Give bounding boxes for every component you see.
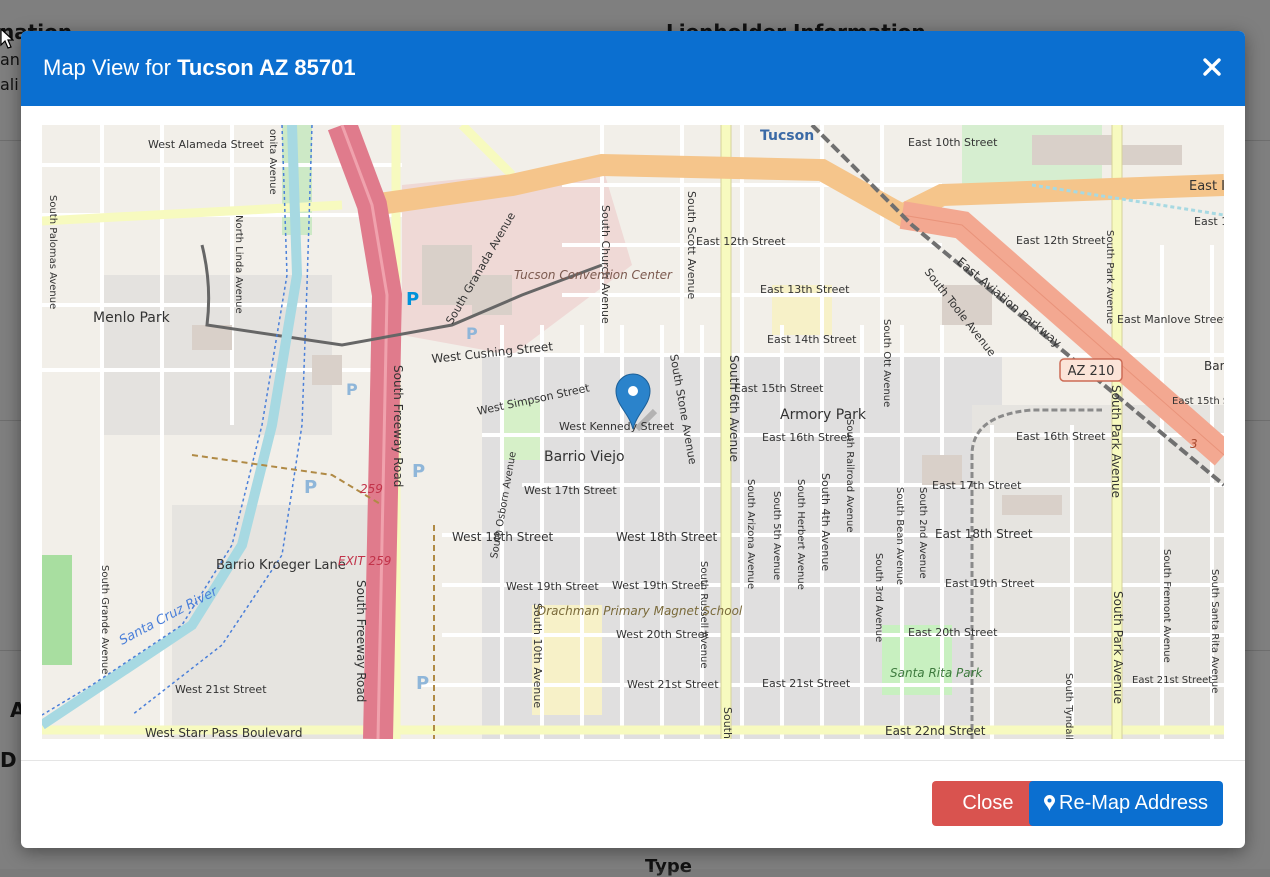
map-label: South 4th Avenue (819, 473, 832, 571)
map-view-modal: Map View for Tucson AZ 85701 P P P P P P… (21, 31, 1245, 848)
modal-header: Map View for Tucson AZ 85701 (21, 31, 1245, 106)
map-label: South Santa Rita Avenue (1209, 569, 1220, 693)
map-label: South Park Avenue (1104, 230, 1115, 324)
map-label: East 17th Street (932, 479, 1022, 492)
map-label: South Park Avenue (1109, 385, 1123, 498)
map-label: East 21st Street (1132, 675, 1212, 686)
map-label: East Manlove Street (1117, 313, 1224, 326)
parking-sign: P (412, 461, 425, 482)
map-label: South Scott Avenue (685, 191, 698, 299)
remap-address-label: Re-Map Address (1059, 792, 1208, 814)
close-button[interactable]: Close (932, 781, 1044, 826)
map-label: South 5th Avenue (771, 491, 782, 580)
map-label: East 12th Street (696, 235, 786, 248)
map-label: East 16th Street (1016, 430, 1106, 443)
modal-title-location: Tucson AZ 85701 (177, 55, 356, 80)
map-label: Barrio Viejo (544, 449, 625, 465)
parking-sign: P (304, 477, 317, 498)
map-label: Menlo Park (93, 310, 171, 326)
map-label: East 22nd Street (885, 724, 986, 738)
close-icon[interactable] (1197, 52, 1227, 82)
map-label: 259 (360, 482, 383, 496)
map-label: West 17th Street (524, 484, 617, 497)
map-label: South Railroad Avenue (844, 419, 855, 532)
map-label: South Grande Avenue (99, 565, 110, 674)
map-label: South 2nd Avenue (917, 487, 928, 579)
modal-footer-divider (21, 760, 1245, 761)
route-shield-label: AZ 210 (1068, 364, 1115, 379)
map-label: West 21st Street (627, 678, 719, 691)
map-label: East 14th Street (767, 333, 857, 346)
map-label: South Freeway Road (354, 580, 368, 702)
parking-sign: P (416, 673, 429, 694)
map-label: West 18th Street (616, 530, 717, 544)
parking-sign: P (346, 380, 358, 399)
map-label: South Tyndall (1063, 673, 1074, 739)
map-label: EXIT 259 (338, 554, 391, 568)
map-label: Santa Rita Park (890, 666, 984, 680)
map-label: West Starr Pass Boulevard (145, 726, 303, 739)
map-label: East 15th St (1172, 396, 1224, 407)
map-label: West 19th Street (506, 580, 599, 593)
map-label: West 20th Street (616, 628, 709, 641)
map-label: East 20th Street (908, 626, 998, 639)
map-label: West Alameda Street (148, 138, 265, 151)
map-label: onita Avenue (267, 129, 278, 195)
map-label: Barrio Anton (1204, 359, 1224, 373)
mouse-cursor-icon (0, 28, 14, 49)
modal-title: Map View for Tucson AZ 85701 (43, 55, 356, 81)
map-label: South Church Avenue (599, 205, 612, 324)
map-label: East 18th Street (935, 527, 1033, 541)
map-label: Tucson (760, 128, 814, 144)
map-label: South Bean Avenue (894, 487, 905, 585)
map-label: 3 (1190, 437, 1198, 451)
map-view[interactable]: P P P P P P AZ 210 West Alameda Street T… (42, 125, 1224, 739)
map-label: Barrio Kroeger Lane (216, 558, 346, 573)
map-label: East 13th Street (760, 283, 850, 296)
modal-title-prefix: Map View for (43, 55, 178, 80)
map-label: West 21st Street (175, 683, 267, 696)
map-canvas[interactable]: P P P P P P AZ 210 West Alameda Street T… (42, 125, 1224, 739)
map-label: East 12 (1194, 215, 1224, 228)
parking-sign: P (406, 289, 419, 310)
map-label: South 6th Avenue (727, 355, 741, 462)
map-label: South (721, 707, 734, 739)
map-label: North Linda Avenue (233, 215, 244, 314)
map-label: South Park Avenue (1111, 591, 1125, 704)
map-label: South Arizona Avenue (745, 479, 756, 589)
map-label: South Palomas Avenue (47, 195, 58, 309)
map-label: East 16th Street (762, 431, 852, 444)
remap-address-button[interactable]: Re-Map Address (1029, 781, 1223, 826)
map-label: South 10th Avenue (531, 603, 544, 708)
map-label: South Fremont Avenue (1161, 549, 1172, 663)
map-label: South Ott Avenue (881, 319, 892, 407)
map-label: Tucson Convention Center (514, 268, 673, 282)
map-label: South Herbert Avenue (795, 479, 806, 590)
map-label: East I (1189, 179, 1224, 194)
map-label: Armory Park (780, 407, 867, 423)
map-label: East 21st Street (762, 677, 851, 690)
map-label: East 15th Street (734, 382, 824, 395)
map-label: East 12th Street (1016, 234, 1106, 247)
map-label: South 3rd Avenue (873, 553, 884, 642)
map-label: West 19th Street (612, 579, 705, 592)
map-label: West Kennedy Street (559, 420, 675, 433)
map-marker-icon (1044, 795, 1056, 811)
map-label: East 19th Street (945, 577, 1035, 590)
map-label: South Freeway Road (391, 365, 405, 487)
parking-sign: P (466, 324, 478, 343)
map-label: East 10th Street (908, 136, 998, 149)
map-label: Drachman Primary Magnet School (537, 604, 743, 618)
